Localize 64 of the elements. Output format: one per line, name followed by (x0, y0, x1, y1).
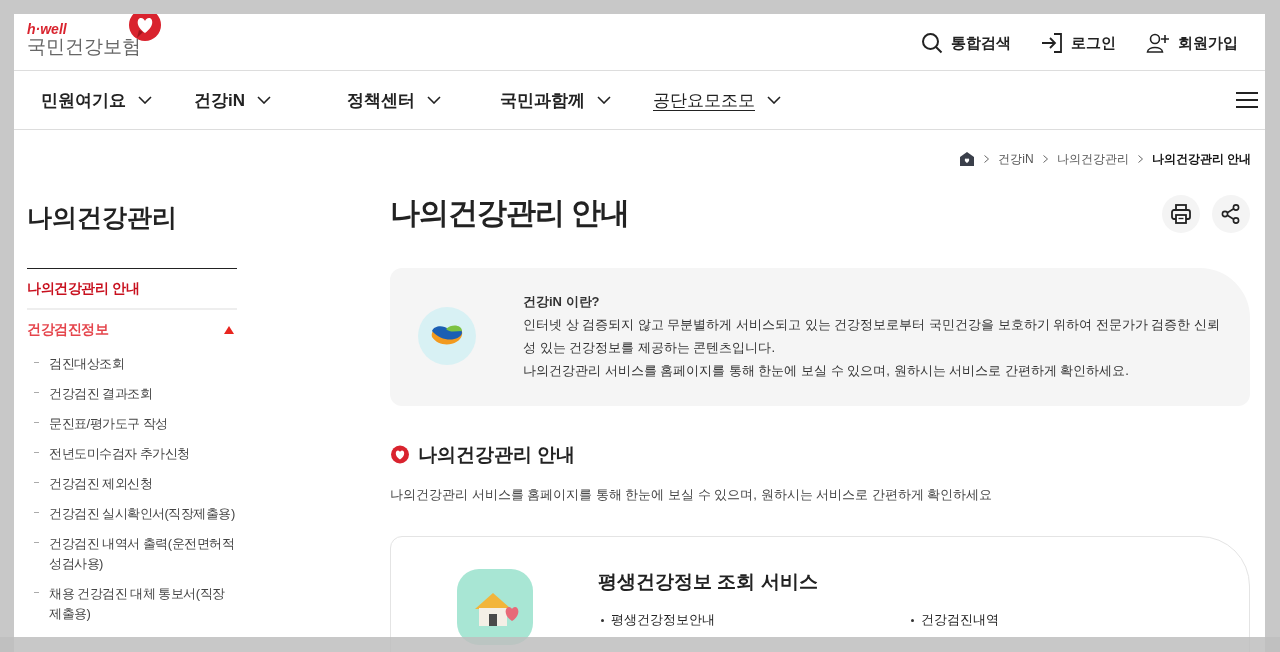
service-title: 평생건강정보 조회 서비스 (598, 570, 819, 594)
chevron-right-icon (1042, 155, 1048, 163)
info-text: 나의건강관리 서비스를 홈페이지를 통해 한눈에 보실 수 있으며, 원하시는 서비스로 간편하게 확인하세요. (523, 362, 1130, 380)
breadcrumb-link[interactable]: 건강iN (998, 150, 1034, 168)
heart-bubble-icon (390, 445, 410, 465)
info-text: 인터넷 상 검증되지 않고 무분별하게 서비스되고 있는 건강정보로부터 국민건강을 보호하기 위하여 전문가가 검증한 신뢰성 있는 건강정보를 제공하는 콘텐츠입니다. (523, 316, 1221, 357)
breadcrumb-link[interactable]: 나의건강관리 안내 (1151, 150, 1251, 168)
add-user-icon (1146, 32, 1170, 54)
logo[interactable]: h·well 국민건강보험 (27, 14, 167, 70)
dash-icon (34, 422, 39, 424)
sidebar-item[interactable]: 나의건강관리 안내 (27, 269, 237, 310)
nav-menu-item[interactable]: 공단요모조모 (653, 88, 806, 112)
login-icon (1041, 32, 1063, 54)
breadcrumb-link[interactable]: 나의건강관리 (1056, 150, 1129, 168)
nav-menu-item[interactable]: 건강iN (194, 88, 347, 112)
chevron-right-icon (984, 155, 990, 163)
chevron-down-icon (257, 96, 271, 104)
search-link[interactable]: 통합검색 (921, 32, 1011, 54)
sidebar-subitem[interactable]: 건강검진 실시확인서(직장제출용) (49, 504, 235, 524)
nav-menu-item[interactable]: 민원여기요 (41, 88, 194, 112)
share-button[interactable] (1212, 194, 1250, 233)
chevron-right-icon (1137, 155, 1143, 163)
home-icon[interactable] (959, 151, 976, 167)
print-button[interactable] (1162, 194, 1200, 233)
sidebar-subitem[interactable]: 검진대상조회 (49, 354, 124, 374)
sidebar-subitem[interactable]: 전년도미수검자 추가신청 (49, 444, 190, 464)
dash-icon (34, 482, 39, 484)
section-title: 나의건강관리 안내 (418, 443, 576, 467)
service-link[interactable]: 평생건강정보안내 (611, 611, 715, 629)
nav-menu-item[interactable]: 국민과함께 (500, 88, 653, 112)
dash-icon (34, 592, 39, 594)
printer-icon (1170, 202, 1192, 225)
search-icon (921, 32, 943, 54)
bullet-icon (601, 618, 604, 622)
dash-icon (34, 452, 39, 454)
sidebar-title: 나의건강관리 (27, 202, 178, 233)
triangle-icon (224, 326, 234, 334)
chevron-down-icon (427, 96, 441, 104)
menu-icon[interactable] (1236, 92, 1258, 108)
info-title: 건강iN 이란? (523, 293, 601, 311)
sidebar-subitem[interactable]: 건강검진 제외신청 (49, 474, 153, 494)
sidebar-subitem[interactable]: 건강검진 결과조회 (49, 384, 153, 404)
service-link[interactable]: 건강검진내역 (921, 611, 999, 629)
login-link[interactable]: 로그인 (1041, 32, 1116, 54)
dash-icon (34, 512, 39, 514)
bullet-icon (911, 618, 914, 622)
logo-tagline: h·well (27, 22, 67, 36)
signup-link[interactable]: 회원가입 (1146, 32, 1238, 54)
chevron-down-icon (767, 96, 781, 104)
sidebar-item[interactable]: 건강검진정보 (27, 310, 237, 349)
chevron-down-icon (597, 96, 611, 104)
sidebar-subitem[interactable]: 문진표/평가도구 작성 (49, 414, 168, 434)
logo-icon (418, 307, 476, 365)
page-title: 나의건강관리 안내 (390, 195, 630, 231)
dash-icon (34, 392, 39, 394)
logo-name: 국민건강보험 (27, 36, 141, 58)
share-icon (1220, 202, 1242, 225)
sidebar-subitem[interactable]: 건강검진 내역서 출력(운전면허적성검사용) (49, 534, 237, 574)
nav-menu-item[interactable]: 정책센터 (347, 88, 500, 112)
section-description: 나의건강관리 서비스를 홈페이지를 통해 한눈에 보실 수 있으며, 원하시는 서비스로 간편하게 확인하세요 (390, 486, 994, 504)
sidebar-subitem[interactable]: 채용 건강검진 대체 통보서(직장제출용) (49, 584, 237, 624)
dash-icon (34, 362, 39, 364)
dash-icon (34, 542, 39, 544)
chevron-down-icon (138, 96, 152, 104)
